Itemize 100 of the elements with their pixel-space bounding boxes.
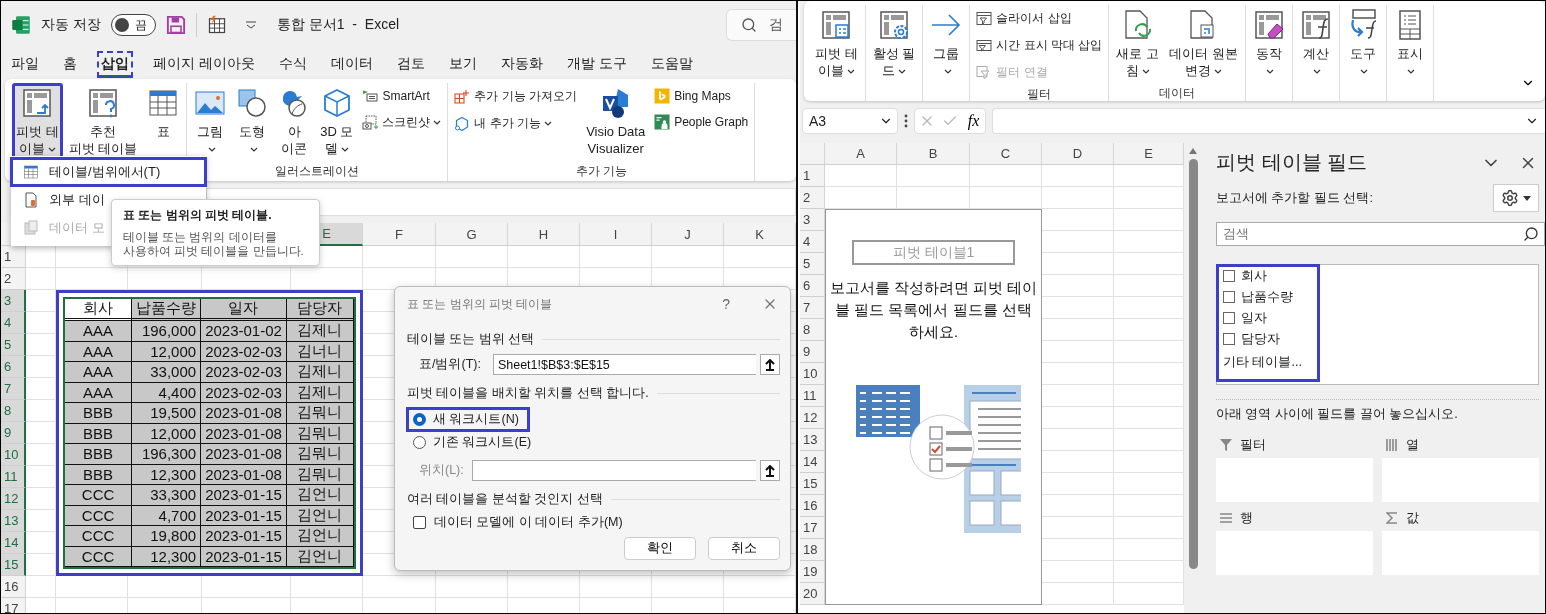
sheet-cell[interactable] [202, 576, 291, 598]
radio-button[interactable] [413, 413, 426, 426]
sheet-cell[interactable] [897, 165, 970, 187]
sheet-cell[interactable] [26, 378, 56, 400]
ribbon-button[interactable]: 슬라이서 삽입 [973, 7, 1106, 30]
ribbon-button[interactable]: People Graph [651, 111, 752, 133]
row-header[interactable]: 3 [800, 209, 825, 231]
row-header[interactable]: 6 [1, 356, 26, 378]
row-header[interactable]: 20 [800, 583, 825, 605]
ribbon-button[interactable]: 도구 [1342, 5, 1383, 83]
sheet-cell[interactable] [970, 165, 1042, 187]
ribbon-button[interactable]: 활성 필 드 [868, 5, 920, 83]
sheet-cell[interactable] [724, 576, 796, 598]
sheet-cell[interactable] [26, 466, 56, 488]
menu-tab[interactable]: 개발 도구 [562, 50, 631, 78]
row-header[interactable]: 11 [800, 385, 825, 407]
row-header[interactable]: 9 [800, 341, 825, 363]
row-header[interactable]: 5 [1, 334, 26, 356]
column-header[interactable]: H [508, 223, 580, 246]
autosave-toggle[interactable]: 끔 [110, 14, 156, 36]
row-header[interactable]: 16 [800, 495, 825, 517]
ribbon-button[interactable]: 그림 [190, 83, 231, 161]
sheet-cell[interactable] [26, 510, 56, 532]
sheet-cell[interactable] [363, 246, 436, 268]
ribbon-button[interactable]: 스크린샷 [359, 111, 445, 134]
sheet-cell[interactable] [26, 444, 56, 466]
checkbox[interactable] [1223, 312, 1235, 324]
row-header[interactable]: 10 [1, 444, 26, 466]
formula-field[interactable] [992, 108, 1545, 134]
row-header[interactable]: 5 [800, 253, 825, 275]
column-header[interactable]: C [970, 143, 1042, 165]
menu-tab[interactable]: 홈 [59, 50, 81, 78]
row-header[interactable]: 17 [800, 517, 825, 539]
menu-tab[interactable]: 데이터 [326, 50, 377, 78]
checkbox[interactable] [413, 516, 426, 529]
field-name[interactable]: 회사 [1241, 267, 1267, 285]
sheet-cell[interactable] [26, 356, 56, 378]
sheet-cell[interactable] [26, 268, 56, 290]
checkbox[interactable] [1223, 291, 1235, 303]
scroll-thumb[interactable] [1188, 159, 1198, 569]
column-header[interactable]: E [1114, 143, 1184, 165]
checkbox[interactable] [1223, 333, 1235, 345]
row-header[interactable]: 1 [800, 165, 825, 187]
row-header[interactable]: 7 [800, 297, 825, 319]
row-header[interactable]: 7 [1, 378, 26, 400]
sheet-cell[interactable] [202, 268, 291, 290]
row-header[interactable]: 2 [1, 268, 26, 290]
column-header[interactable]: D [1042, 143, 1114, 165]
sheet-cell[interactable] [26, 400, 56, 422]
column-header[interactable]: G [436, 223, 508, 246]
row-header[interactable]: 16 [1, 576, 26, 598]
sheet-cell[interactable] [26, 290, 56, 312]
sheet-cell[interactable] [436, 246, 508, 268]
ribbon-button[interactable]: 추가 기능 가져오기 [451, 85, 581, 108]
ribbon-button[interactable]: 시간 표시 막대 삽입 [973, 34, 1106, 57]
row-header[interactable]: 14 [1, 532, 26, 554]
collapse-dialog-button[interactable] [760, 354, 780, 375]
search-field[interactable]: 검 [726, 9, 796, 41]
row-header[interactable]: 4 [800, 231, 825, 253]
ribbon-button[interactable]: 도형 [232, 83, 273, 161]
sheet-cell[interactable] [26, 554, 56, 576]
menu-tab[interactable]: 페이지 레이아웃 [149, 50, 259, 78]
column-header[interactable]: A [825, 143, 897, 165]
scroll-up-icon[interactable] [1188, 147, 1198, 155]
menu-tab[interactable]: 보기 [444, 50, 481, 78]
field-name[interactable]: 일자 [1241, 309, 1267, 327]
caret-icon[interactable] [244, 21, 257, 29]
sheet-cell[interactable] [1042, 187, 1114, 209]
ribbon-button[interactable]: Visio Data Visualizer [582, 83, 650, 161]
sheet-cell[interactable] [580, 576, 652, 598]
field-name[interactable]: 담당자 [1241, 330, 1280, 348]
ribbon-button[interactable]: 표 [143, 83, 184, 144]
help-button[interactable]: ? [722, 296, 730, 312]
sheet-cell[interactable] [26, 334, 56, 356]
insert-function-button[interactable]: fx [965, 112, 982, 130]
sheet-cell[interactable] [128, 268, 202, 290]
row-header[interactable]: 2 [800, 187, 825, 209]
row-header[interactable]: 11 [1, 466, 26, 488]
sheet-cell[interactable] [26, 312, 56, 334]
sheet-cell[interactable] [26, 576, 56, 598]
sheet-cell[interactable] [56, 576, 128, 598]
sheet-cell[interactable] [26, 422, 56, 444]
dialog-button[interactable]: 확인 [624, 537, 696, 560]
menu-item[interactable]: 테이블/범위에서(T) [11, 158, 206, 186]
menu-tab[interactable]: 도움말 [646, 50, 697, 78]
row-header[interactable]: 15 [1, 554, 26, 576]
row-header[interactable]: 18 [800, 539, 825, 561]
sheet-cell[interactable] [26, 532, 56, 554]
dialog-button[interactable]: 취소 [708, 537, 780, 560]
row-header[interactable]: 13 [800, 429, 825, 451]
row-header[interactable]: 14 [800, 451, 825, 473]
row-header[interactable]: 15 [800, 473, 825, 495]
field-name[interactable]: 납품수량 [1241, 288, 1293, 306]
ribbon-button[interactable]: 내 추가 기능 [451, 112, 581, 135]
ribbon-button[interactable]: 그룹 [926, 5, 967, 83]
sheet-cell[interactable] [26, 488, 56, 510]
row-header[interactable]: 4 [1, 312, 26, 334]
row-header[interactable]: 3 [1, 290, 26, 312]
ribbon-button[interactable]: 아 이콘 [274, 83, 315, 161]
column-header[interactable]: J [652, 223, 724, 246]
